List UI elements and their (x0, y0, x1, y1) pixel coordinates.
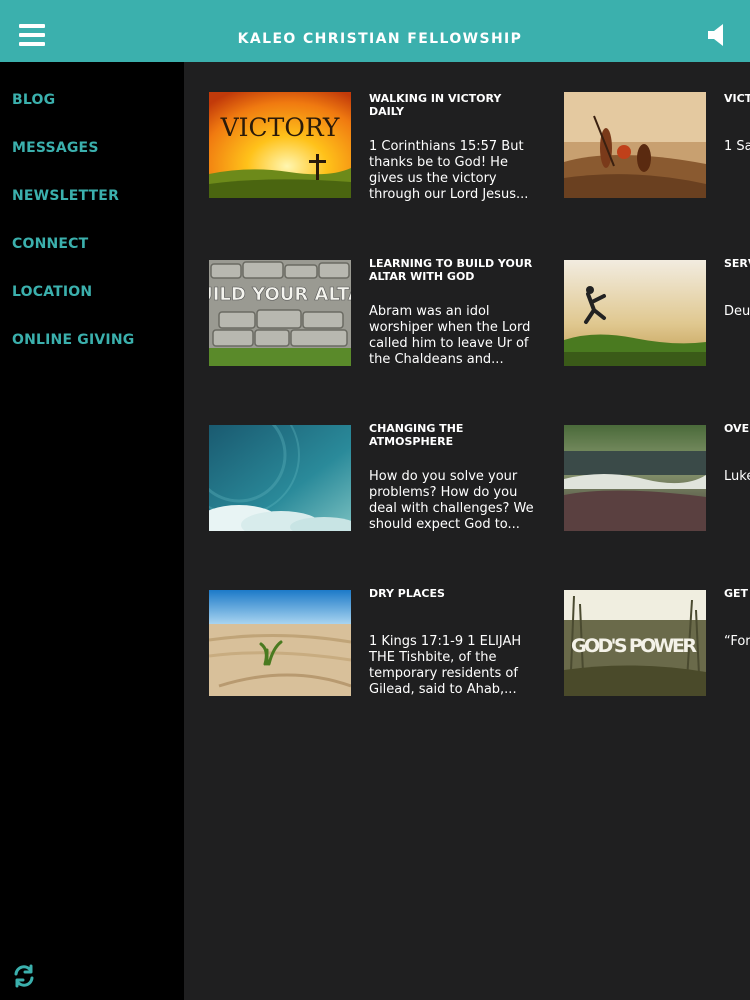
thumbnail-text: VICTORY (220, 113, 340, 142)
sidebar-item-messages[interactable]: MESSAGES (12, 140, 99, 156)
thumbnail-text: BUILD YOUR ALTAR (209, 284, 351, 305)
post-excerpt: Deu 47 If Lord and (724, 304, 750, 319)
post-excerpt: How do you solve your problems? How do y… (369, 469, 534, 532)
thumbnail-text: GOD'S POWER (571, 635, 697, 657)
post-card[interactable]: OVE Luke 1-3 stan Lake (564, 422, 750, 532)
post-excerpt: 1 Sa 27; 1 (724, 139, 750, 154)
post-excerpt: Abram was an idol worshiper when the Lor… (369, 304, 531, 367)
post-thumbnail (564, 425, 706, 531)
menu-bar (19, 24, 45, 28)
post-card[interactable]: VICTORY WALKING IN VICTORY DAILY 1 Corin… (209, 92, 539, 202)
post-excerpt: 1 Kings 17:1-9 1 ELIJAH THE Tishbite, of… (369, 634, 522, 697)
post-thumbnail: BUILD YOUR ALTAR (209, 260, 351, 366)
post-thumbnail: VICTORY (209, 92, 351, 198)
post-title: GET C (724, 587, 750, 600)
post-thumbnail: GOD'S POWER (564, 590, 706, 696)
sidebar-item-blog[interactable]: BLOG (12, 92, 55, 108)
post-thumbnail (209, 425, 351, 531)
sidebar-item-newsletter[interactable]: NEWSLETTER (12, 188, 119, 204)
sidebar-item-location[interactable]: LOCATION (12, 284, 92, 300)
post-thumbnail (564, 92, 706, 198)
post-title: LEARNING TO BUILD YOUR ALTAR WITH GOD (369, 257, 533, 283)
speaker-icon[interactable] (706, 22, 730, 48)
sidebar-item-connect[interactable]: CONNECT (12, 236, 88, 252)
post-card[interactable]: SERV GLAD Deu 47 If Lord and (564, 257, 750, 367)
post-card[interactable]: GOD'S POWER GET C “For is no is liv (1 C… (564, 587, 750, 697)
post-title: OVE (724, 422, 750, 435)
post-card[interactable]: VICTORY ON Y 1 Sa 27; 1 (564, 92, 750, 202)
post-thumbnail (564, 260, 706, 366)
post-card[interactable]: DRY PLACES 1 Kings 17:1-9 1 ELIJAH THE T… (209, 587, 539, 697)
post-excerpt: “For is no is liv (1 Co (724, 634, 750, 649)
post-card[interactable]: BUILD YOUR ALTAR LEARNING TO BUILD YOUR … (209, 257, 539, 367)
post-thumbnail (209, 590, 351, 696)
post-card[interactable]: CHANGING THE ATMOSPHERE How do you solve… (209, 422, 539, 532)
app-header: KALEO CHRISTIAN FELLOWSHIP (0, 0, 750, 62)
post-title: SERV GLAD (724, 257, 750, 270)
post-title: WALKING IN VICTORY DAILY (369, 92, 502, 118)
post-title: DRY PLACES (369, 587, 445, 600)
post-title: VICTORY ON Y (724, 92, 750, 105)
page-title: KALEO CHRISTIAN FELLOWSHIP (237, 31, 523, 47)
sidebar: BLOG MESSAGES NEWSLETTER CONNECT LOCATIO… (0, 62, 184, 1000)
post-title: CHANGING THE ATMOSPHERE (369, 422, 464, 448)
refresh-icon[interactable] (12, 964, 36, 988)
post-excerpt: 1 Corinthians 15:57 But thanks be to God… (369, 139, 529, 202)
sidebar-item-online-giving[interactable]: ONLINE GIVING (12, 332, 134, 348)
post-excerpt: Luke 1-3 stan Lake (724, 469, 750, 484)
